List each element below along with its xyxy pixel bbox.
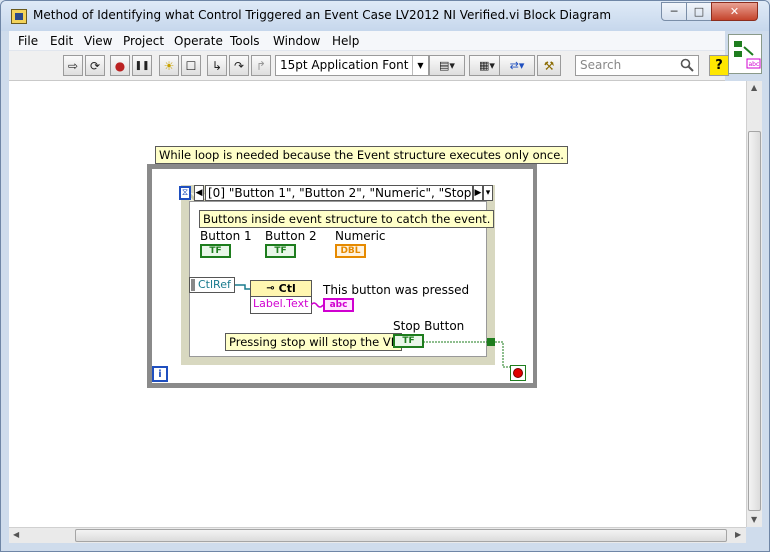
retain-wire-values-button[interactable]: ☐: [181, 55, 201, 76]
loop-condition-terminal[interactable]: [510, 365, 526, 381]
menu-bar: File Edit View Project Operate Tools Win…: [9, 31, 725, 51]
numeric-terminal[interactable]: DBL: [335, 244, 366, 258]
menu-view[interactable]: View: [84, 34, 112, 48]
iteration-terminal[interactable]: i: [152, 366, 168, 382]
labview-vi-icon: [11, 9, 27, 24]
key-icon: ⊸: [266, 283, 275, 294]
stop-button-label: Stop Button: [393, 319, 465, 333]
font-select-value: 15pt Application Font: [280, 58, 409, 72]
vi-icon-graphic: abc: [734, 41, 761, 69]
maximize-button[interactable]: □: [686, 2, 712, 21]
clean-up-icon: ⚒: [543, 58, 555, 73]
reorder-button[interactable]: ⇄▾: [499, 55, 535, 76]
svg-text:abc: abc: [749, 61, 760, 68]
vi-connector-pane-icon[interactable]: abc: [728, 34, 762, 74]
close-button[interactable]: ✕: [711, 2, 758, 21]
stop-if-true-icon: [513, 368, 523, 378]
highlight-execution-button[interactable]: ☀: [159, 55, 179, 76]
property-node-header: ⊸ Ctl: [251, 281, 311, 297]
scroll-left-icon[interactable]: ◀: [13, 530, 19, 539]
indicator-label: This button was pressed: [323, 283, 470, 297]
ctlref-event-data[interactable]: CtlRef: [189, 277, 235, 293]
menu-operate[interactable]: Operate: [174, 34, 223, 48]
distribute-objects-icon: ▦▾: [479, 59, 495, 72]
button2-label: Button 2: [265, 229, 317, 243]
numeric-label: Numeric: [335, 229, 386, 243]
chevron-down-icon: ▼: [412, 56, 428, 75]
ctlref-label: CtlRef: [198, 278, 231, 291]
case-dropdown-icon[interactable]: ▾: [483, 185, 493, 201]
while-loop-comment[interactable]: While loop is needed because the Event s…: [155, 146, 568, 164]
retain-wire-values-icon: ☐: [185, 58, 197, 73]
step-over-icon: ↷: [233, 58, 245, 73]
highlight-execution-icon: ☀: [163, 58, 175, 73]
search-icon: [680, 58, 694, 72]
horizontal-scrollbar[interactable]: ◀ ▶: [9, 527, 746, 543]
align-objects-icon: ▤▾: [439, 59, 455, 72]
abort-icon: ●: [114, 58, 126, 73]
title-bar[interactable]: Method of Identifying what Control Trigg…: [1, 1, 769, 31]
menu-tools[interactable]: Tools: [230, 34, 260, 48]
menu-file[interactable]: File: [18, 34, 38, 48]
next-case-arrow-icon[interactable]: ▶: [473, 185, 483, 201]
font-select[interactable]: 15pt Application Font ▼: [275, 55, 429, 76]
scroll-down-icon[interactable]: ▼: [751, 515, 757, 524]
step-into-icon: ↳: [211, 58, 223, 73]
button1-label: Button 1: [200, 229, 252, 243]
pause-icon: ❚❚: [134, 60, 150, 71]
button2-terminal[interactable]: TF: [265, 244, 296, 258]
timeout-terminal-icon[interactable]: ⧖: [179, 186, 191, 200]
scroll-up-icon[interactable]: ▲: [751, 83, 757, 92]
context-help-button[interactable]: ?: [709, 55, 729, 76]
event-case-selector[interactable]: [0] "Button 1", "Button 2", "Numeric", "…: [205, 185, 473, 201]
horizontal-scroll-thumb[interactable]: [75, 529, 727, 542]
abort-button[interactable]: ●: [110, 55, 130, 76]
step-out-button[interactable]: ↱: [251, 55, 271, 76]
menu-help[interactable]: Help: [332, 34, 359, 48]
reorder-icon: ⇄▾: [509, 59, 525, 72]
prev-case-arrow-icon[interactable]: ◀: [194, 185, 204, 201]
scroll-right-icon[interactable]: ▶: [735, 530, 741, 539]
pause-button[interactable]: ❚❚: [132, 55, 152, 76]
search-placeholder: Search: [580, 58, 622, 72]
step-into-button[interactable]: ↳: [207, 55, 227, 76]
minimize-button[interactable]: ─: [661, 2, 687, 21]
run-continuously-icon: ⟳: [89, 58, 101, 73]
step-out-icon: ↱: [255, 58, 267, 73]
buttons-comment[interactable]: Buttons inside event structure to catch …: [199, 210, 495, 228]
step-over-button[interactable]: ↷: [229, 55, 249, 76]
vertical-scrollbar[interactable]: ▲ ▼: [746, 81, 762, 527]
stop-button-terminal[interactable]: TF: [393, 334, 424, 348]
event-case-selector-label: [0] "Button 1", "Button 2", "Numeric", "…: [208, 186, 473, 200]
toolbar: ⇨ ⟳ ● ❚❚ ☀ ☐ ↳ ↷ ↱ 15pt Application Font…: [9, 51, 729, 81]
search-input[interactable]: Search: [575, 55, 699, 76]
window-title: Method of Identifying what Control Trigg…: [33, 8, 612, 22]
string-indicator-terminal[interactable]: abc: [323, 298, 354, 312]
vertical-scroll-thumb[interactable]: [748, 131, 761, 511]
menu-edit[interactable]: Edit: [50, 34, 73, 48]
button1-terminal[interactable]: TF: [200, 244, 231, 258]
clean-up-diagram-button[interactable]: ⚒: [537, 55, 561, 76]
property-node[interactable]: ⊸ Ctl Label.Text: [250, 280, 312, 314]
stop-comment[interactable]: Pressing stop will stop the VI.: [225, 333, 402, 351]
run-button[interactable]: ⇨: [63, 55, 83, 76]
property-node-property: Label.Text: [253, 297, 309, 310]
align-objects-button[interactable]: ▤▾: [429, 55, 465, 76]
run-arrow-icon: ⇨: [67, 58, 79, 73]
property-node-class: Ctl: [278, 282, 296, 295]
labview-window: Method of Identifying what Control Trigg…: [0, 0, 770, 552]
run-continuously-button[interactable]: ⟳: [85, 55, 105, 76]
menu-window[interactable]: Window: [273, 34, 320, 48]
menu-project[interactable]: Project: [123, 34, 164, 48]
